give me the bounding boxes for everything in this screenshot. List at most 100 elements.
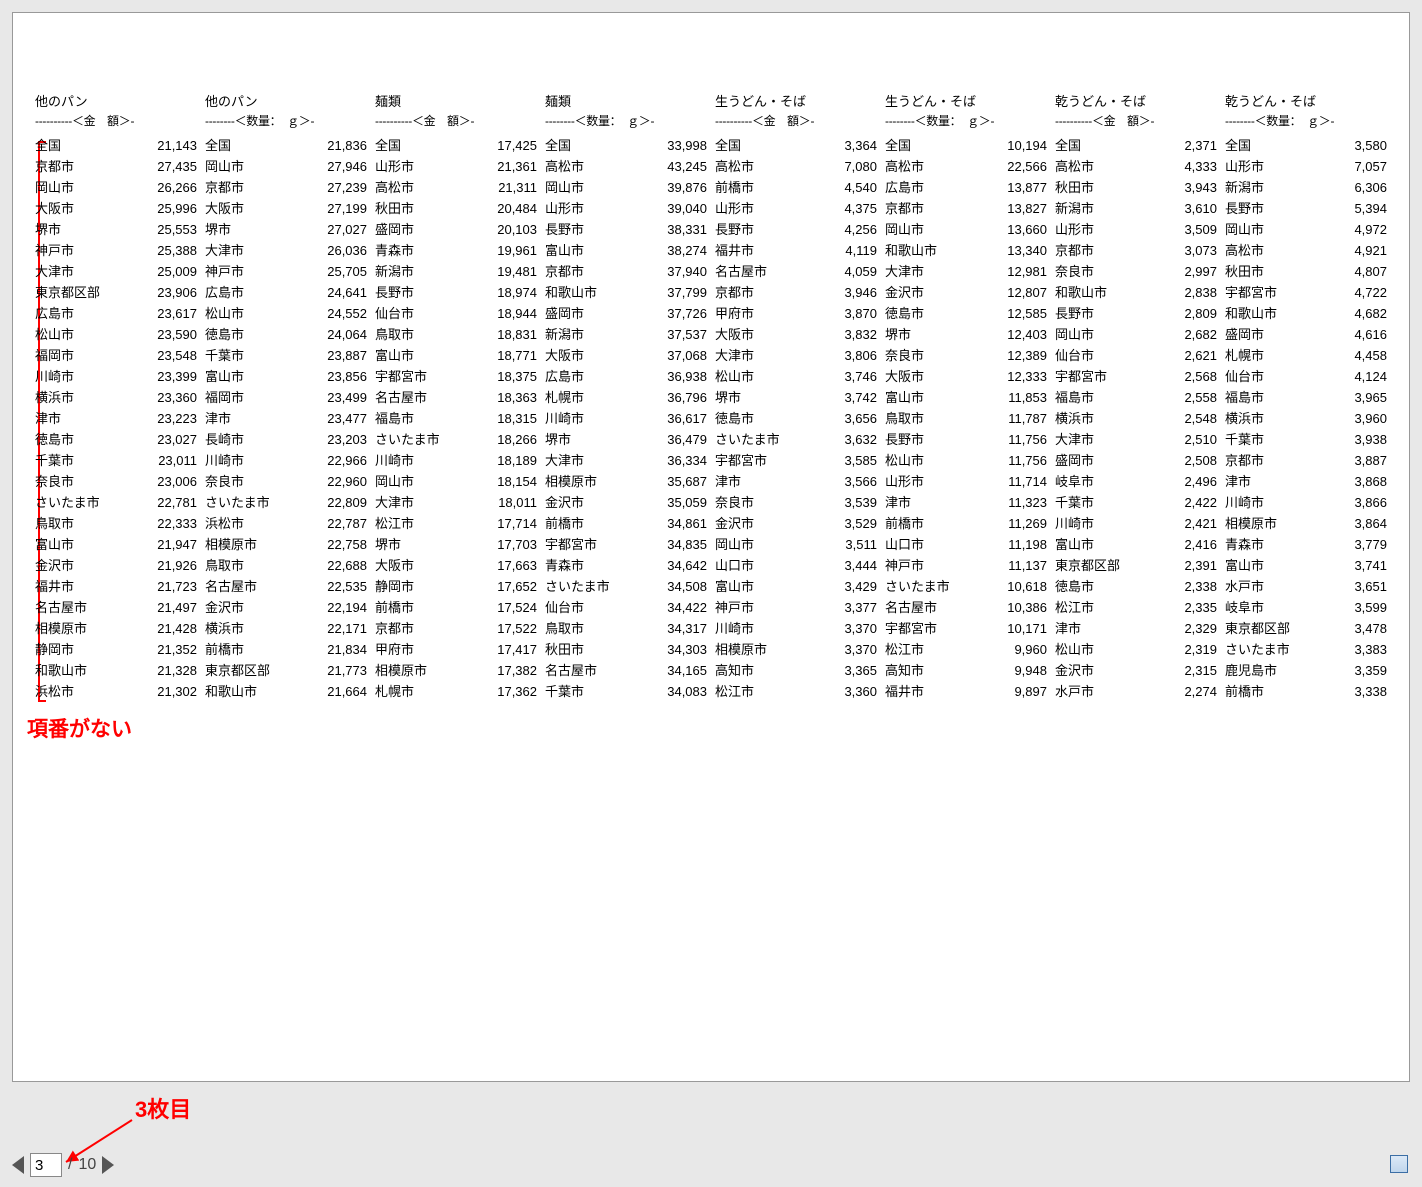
- next-page-button[interactable]: [102, 1156, 114, 1174]
- table-row: 長崎市23,203: [205, 429, 367, 450]
- table-row: 福島市2,558: [1055, 387, 1217, 408]
- row-name: 浜松市: [205, 513, 244, 534]
- row-value: 4,540: [827, 177, 877, 198]
- page-total: 10: [78, 1156, 96, 1174]
- row-name: 鳥取市: [375, 324, 414, 345]
- table-row: 神戸市25,388: [35, 240, 197, 261]
- table-row: 青森市19,961: [375, 240, 537, 261]
- row-value: 4,124: [1337, 366, 1387, 387]
- row-value: 37,537: [657, 324, 707, 345]
- row-value: 17,417: [487, 639, 537, 660]
- row-value: 2,274: [1167, 681, 1217, 702]
- row-name: 金沢市: [205, 597, 244, 618]
- row-value: 2,315: [1167, 660, 1217, 681]
- row-value: 2,510: [1167, 429, 1217, 450]
- table-row: 富山市21,947: [35, 534, 197, 555]
- row-value: 4,972: [1337, 219, 1387, 240]
- row-name: 前橋市: [375, 597, 414, 618]
- row-name: 神戸市: [205, 261, 244, 282]
- row-value: 2,809: [1167, 303, 1217, 324]
- row-value: 25,553: [147, 219, 197, 240]
- table-row: 富山市3,741: [1225, 555, 1387, 576]
- table-row: 岐阜市2,496: [1055, 471, 1217, 492]
- table-row: 金沢市35,059: [545, 492, 707, 513]
- row-name: 山形市: [375, 156, 414, 177]
- row-value: 9,960: [997, 639, 1047, 660]
- row-name: 福井市: [35, 576, 74, 597]
- row-value: 22,781: [147, 492, 197, 513]
- row-value: 24,552: [317, 303, 367, 324]
- row-name: 東京都区部: [1225, 618, 1290, 639]
- row-name: 京都市: [1055, 240, 1094, 261]
- row-value: 24,064: [317, 324, 367, 345]
- row-value: 3,580: [1337, 135, 1387, 156]
- row-value: 34,083: [657, 681, 707, 702]
- row-value: 34,165: [657, 660, 707, 681]
- row-name: 宇都宮市: [1225, 282, 1277, 303]
- row-value: 3,938: [1337, 429, 1387, 450]
- table-row: 津市23,223: [35, 408, 197, 429]
- row-value: 3,370: [827, 618, 877, 639]
- row-name: 松山市: [35, 324, 74, 345]
- data-column: 他のパン----------＜金 額＞-全国21,143京都市27,435岡山市…: [31, 91, 201, 702]
- row-name: 高松市: [1225, 240, 1264, 261]
- view-mode-icon[interactable]: [1390, 1155, 1408, 1173]
- table-row: 鳥取市22,333: [35, 513, 197, 534]
- row-name: 大津市: [715, 345, 754, 366]
- table-row: 福岡市23,548: [35, 345, 197, 366]
- row-name: 大阪市: [375, 555, 414, 576]
- row-value: 3,429: [827, 576, 877, 597]
- row-name: 静岡市: [375, 576, 414, 597]
- row-value: 3,444: [827, 555, 877, 576]
- table-row: 仙台市18,944: [375, 303, 537, 324]
- table-row: 堺市3,742: [715, 387, 877, 408]
- table-row: 高松市4,333: [1055, 156, 1217, 177]
- row-value: 35,059: [657, 492, 707, 513]
- prev-page-button[interactable]: [12, 1156, 24, 1174]
- table-row: 高松市22,566: [885, 156, 1047, 177]
- row-name: 仙台市: [545, 597, 584, 618]
- row-value: 3,656: [827, 408, 877, 429]
- row-name: 松江市: [885, 639, 924, 660]
- row-name: 広島市: [885, 177, 924, 198]
- row-name: 相模原市: [35, 618, 87, 639]
- row-value: 17,663: [487, 555, 537, 576]
- row-name: 堺市: [545, 429, 571, 450]
- row-name: 大津市: [205, 240, 244, 261]
- table-row: 大津市2,510: [1055, 429, 1217, 450]
- row-value: 4,682: [1337, 303, 1387, 324]
- row-value: 17,714: [487, 513, 537, 534]
- row-name: 相模原市: [1225, 513, 1277, 534]
- row-name: 松江市: [375, 513, 414, 534]
- row-value: 11,756: [997, 450, 1047, 471]
- table-row: 金沢市21,926: [35, 555, 197, 576]
- row-name: 京都市: [545, 261, 584, 282]
- table-row: 松江市3,360: [715, 681, 877, 702]
- row-value: 3,599: [1337, 597, 1387, 618]
- row-name: 東京都区部: [205, 660, 270, 681]
- table-row: 奈良市22,960: [205, 471, 367, 492]
- table-row: 相模原市3,370: [715, 639, 877, 660]
- page-number-input[interactable]: [30, 1153, 62, 1177]
- row-value: 17,703: [487, 534, 537, 555]
- row-name: 岡山市: [205, 156, 244, 177]
- row-name: 相模原市: [715, 639, 767, 660]
- table-row: 大津市25,009: [35, 261, 197, 282]
- table-row: 和歌山市4,682: [1225, 303, 1387, 324]
- row-value: 22,688: [317, 555, 367, 576]
- row-value: 23,203: [317, 429, 367, 450]
- row-name: 金沢市: [35, 555, 74, 576]
- table-row: 前橋市3,338: [1225, 681, 1387, 702]
- row-value: 36,938: [657, 366, 707, 387]
- row-value: 3,965: [1337, 387, 1387, 408]
- table-row: 岐阜市3,599: [1225, 597, 1387, 618]
- table-row: 秋田市3,943: [1055, 177, 1217, 198]
- table-row: 富山市3,429: [715, 576, 877, 597]
- row-value: 17,362: [487, 681, 537, 702]
- row-name: 甲府市: [375, 639, 414, 660]
- data-column: 生うどん・そば----------＜金 額＞-全国3,364高松市7,080前橋…: [711, 91, 881, 702]
- row-value: 3,338: [1337, 681, 1387, 702]
- row-name: 大津市: [375, 492, 414, 513]
- row-value: 20,484: [487, 198, 537, 219]
- table-row: 相模原市22,758: [205, 534, 367, 555]
